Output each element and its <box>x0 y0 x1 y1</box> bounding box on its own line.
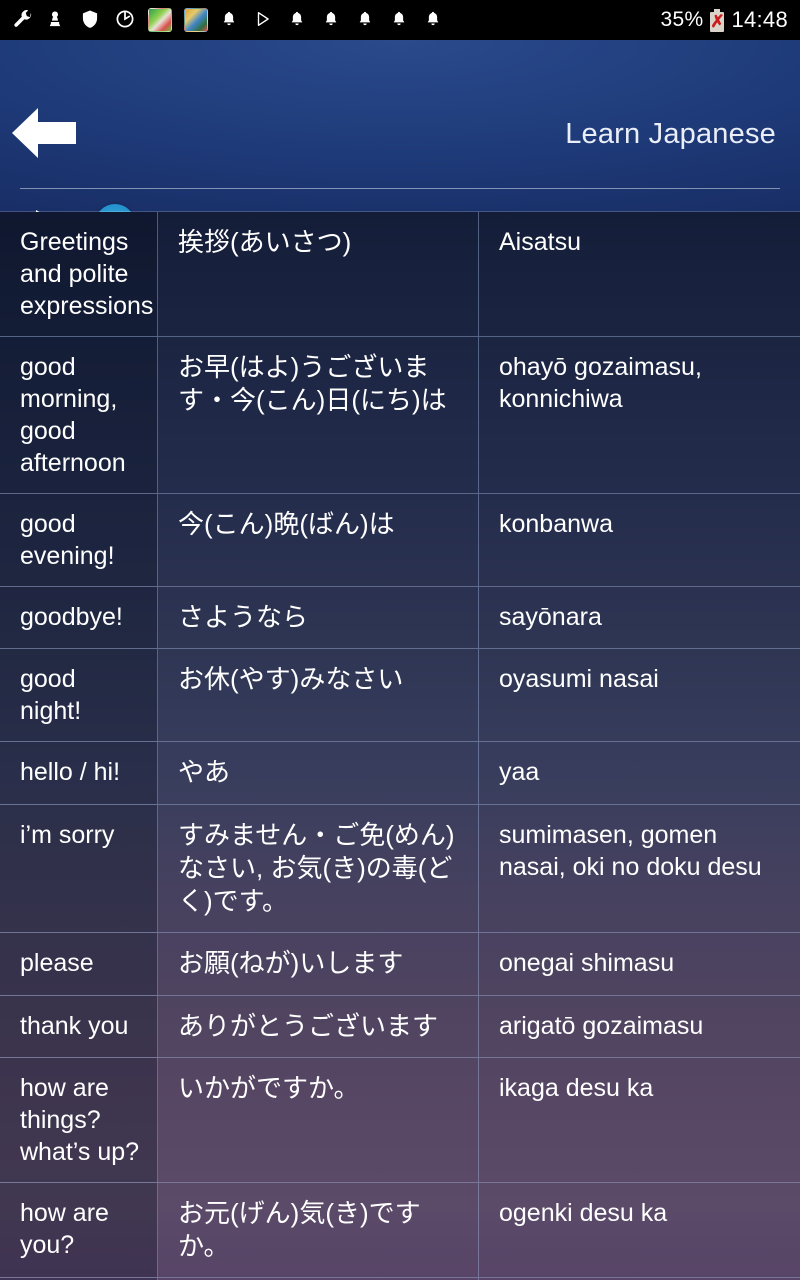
cell-english: i’m sorry <box>0 804 158 933</box>
notification-bell-icon <box>390 7 412 33</box>
seek-bar-thumb[interactable] <box>95 204 135 212</box>
cell-japanese: さようなら <box>158 587 479 649</box>
table-row[interactable]: please お願(ねが)いします onegai shimasu <box>0 933 800 996</box>
cell-english: good evening! <box>0 494 158 586</box>
cell-romaji: yaa <box>499 758 540 787</box>
cell-japanese: やあ <box>158 742 479 804</box>
table-row[interactable]: hello / hi! やあ yaa <box>0 742 800 805</box>
table-row[interactable]: i’m sorry すみません・ご免(めん)なさい, お気(き)の毒(どく)です。… <box>0 804 800 934</box>
cell-japanese: すみません・ご免(めん)なさい, お気(き)の毒(どく)です。 <box>158 804 479 933</box>
cell-romaji: ikaga desu ka <box>499 1073 654 1102</box>
table-row[interactable]: how are things? what’s up? いかがですか。 ikaga d… <box>0 1057 800 1183</box>
notification-bell-icon <box>356 7 378 33</box>
notification-bell-icon <box>288 7 310 33</box>
status-bar-system-info: 35% ✗ 14:48 <box>661 7 789 33</box>
shield-icon <box>80 7 102 33</box>
header-divider <box>20 188 780 189</box>
cell-japanese: お願(ねが)いします <box>158 933 479 995</box>
cell-romaji: onegai shimasu <box>499 949 675 978</box>
back-button[interactable] <box>10 102 80 164</box>
chess-pawn-icon <box>46 7 68 33</box>
table-row[interactable]: good morning, good afternoon お早(はよ)うございます… <box>0 337 800 494</box>
power-cycle-icon <box>114 7 136 33</box>
cell-japanese: ありがとうございます <box>158 995 479 1057</box>
notification-bell-icon <box>424 7 446 33</box>
game-app-icon-2 <box>184 8 208 32</box>
cell-romaji: ohayō gozaimasu, konnichiwa <box>499 353 702 413</box>
phrase-table: Greetings and polite expressions 挨拶(あいさつ)… <box>0 212 800 1280</box>
status-bar: 35% ✗ 14:48 <box>0 0 800 40</box>
table-row[interactable]: good night! お休(やす)みなさい oyasumi nasai <box>0 649 800 743</box>
page-title: Learn Japanese <box>565 118 776 150</box>
table-row[interactable]: Greetings and polite expressions 挨拶(あいさつ)… <box>0 212 800 337</box>
notification-bell-icon <box>322 7 344 33</box>
cell-english: how are you? <box>0 1182 158 1278</box>
cell-english: thank you <box>0 995 158 1057</box>
cell-english: goodbye! <box>0 587 158 649</box>
audio-player-bar: 0:00 <box>0 195 800 212</box>
game-app-icon-1 <box>148 8 172 32</box>
phrase-table-scroll-area[interactable]: Greetings and polite expressions 挨拶(あいさつ)… <box>0 212 800 1280</box>
table-row[interactable]: thank you ありがとうございます arigatō gozaimasu <box>0 995 800 1058</box>
clock-label: 14:48 <box>731 7 788 32</box>
wrench-icon <box>12 7 34 33</box>
cell-japanese: 今(こん)晩(ばん)は <box>158 494 479 586</box>
cell-romaji: sumimasen, gomen nasai, oki no doku desu <box>499 820 762 881</box>
notification-bell-icon <box>220 7 242 33</box>
cell-romaji: oyasumi nasai <box>499 665 659 694</box>
cell-romaji: sayōnara <box>499 603 602 631</box>
cell-romaji: Aisatsu <box>499 228 581 256</box>
cell-japanese: 挨拶(あいさつ) <box>158 212 479 336</box>
cell-romaji: arigatō gozaimasu <box>499 1011 704 1040</box>
back-arrow-icon <box>12 108 76 158</box>
cell-english: please <box>0 933 158 995</box>
cell-japanese: お元(げん)気(き)ですか。 <box>158 1182 479 1278</box>
cell-japanese: お早(はよ)うございます・今(こん)日(にち)は <box>158 337 479 493</box>
cell-romaji: ogenki desu ka <box>499 1198 668 1227</box>
cell-english: Greetings and polite expressions <box>0 212 158 336</box>
play-store-icon <box>254 7 276 33</box>
table-row[interactable]: goodbye! さようなら sayōnara <box>0 587 800 650</box>
table-row[interactable]: how are you? お元(げん)気(き)ですか。 ogenki desu ka <box>0 1182 800 1279</box>
battery-percent-label: 35% <box>660 8 704 31</box>
cell-english: good night! <box>0 649 158 742</box>
cell-english: hello / hi! <box>0 742 158 804</box>
cell-japanese: いかがですか。 <box>158 1057 479 1182</box>
table-row[interactable]: good evening! 今(こん)晩(ばん)は konbanwa <box>0 494 800 587</box>
cell-english: how are things? what’s up? <box>0 1057 158 1182</box>
battery-error-icon: ✗ <box>709 8 725 32</box>
status-bar-notification-icons <box>12 7 661 33</box>
cell-english: good morning, good afternoon <box>0 337 158 493</box>
app-header: Learn Japanese 0:00 <box>0 40 800 212</box>
cell-romaji: konbanwa <box>499 510 613 538</box>
cell-japanese: お休(やす)みなさい <box>158 649 479 742</box>
